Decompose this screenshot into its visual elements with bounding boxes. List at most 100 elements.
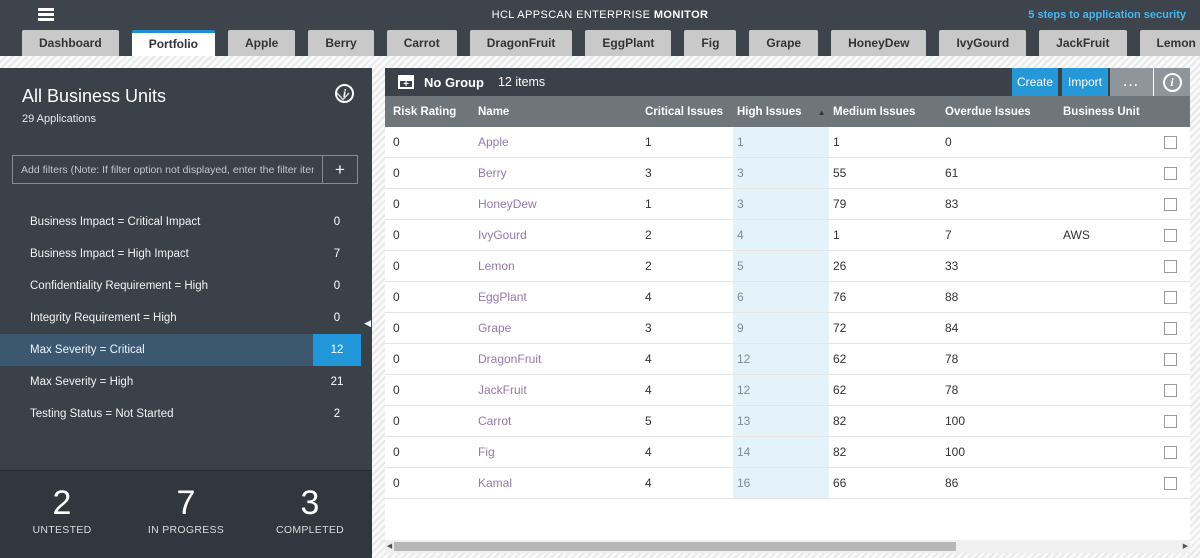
cell-overdue: 61: [945, 158, 1063, 188]
col-critical-issues[interactable]: Critical Issues: [645, 106, 733, 118]
col-name[interactable]: Name: [478, 106, 645, 118]
tab-grape[interactable]: Grape: [749, 30, 818, 56]
table-row-dragonfruit: 0 DragonFruit 4 12 62 78: [385, 344, 1190, 375]
cell-medium: 72: [829, 313, 945, 343]
create-button[interactable]: Create: [1012, 68, 1058, 96]
table-row-honeydew: 0 HoneyDew 1 3 79 83: [385, 189, 1190, 220]
import-button[interactable]: Import: [1062, 68, 1108, 96]
app-name-link[interactable]: Kamal: [478, 468, 645, 498]
tab-jackfruit[interactable]: JackFruit: [1039, 30, 1126, 56]
cell-risk: 0: [385, 127, 478, 157]
col-overdue-issues[interactable]: Overdue Issues: [945, 106, 1063, 118]
add-filter-button[interactable]: +: [322, 156, 357, 183]
app-name-link[interactable]: Grape: [478, 313, 645, 343]
tab-apple[interactable]: Apple: [228, 30, 295, 56]
cell-high: 1: [733, 127, 829, 157]
tab-ivygourd[interactable]: IvyGourd: [939, 30, 1026, 56]
tab-berry[interactable]: Berry: [308, 30, 373, 56]
group-icon[interactable]: [398, 75, 414, 89]
scrollbar-thumb[interactable]: [394, 542, 956, 551]
cell-critical: 4: [645, 375, 733, 405]
group-label: No Group: [424, 75, 484, 90]
tab-honeydew[interactable]: HoneyDew: [831, 30, 926, 56]
row-checkbox[interactable]: [1164, 322, 1177, 335]
cell-business-unit: [1063, 189, 1160, 219]
filter-item-max-severity-high[interactable]: Max Severity = High 21: [0, 366, 361, 398]
cell-critical: 1: [645, 189, 733, 219]
filter-count: 21: [313, 366, 361, 398]
tab-portfolio[interactable]: Portfolio: [132, 30, 215, 56]
filter-item-confidentiality-high[interactable]: Confidentiality Requirement = High 0: [0, 270, 361, 302]
row-checkbox[interactable]: [1164, 291, 1177, 304]
row-checkbox[interactable]: [1164, 198, 1177, 211]
app-name-link[interactable]: HoneyDew: [478, 189, 645, 219]
row-checkbox[interactable]: [1164, 167, 1177, 180]
scroll-left-icon[interactable]: ◀: [385, 540, 394, 553]
cell-business-unit: [1063, 158, 1160, 188]
cell-medium: 66: [829, 468, 945, 498]
sidebar-info-icon[interactable]: i: [335, 84, 354, 103]
table-info-icon[interactable]: i: [1153, 68, 1190, 96]
cell-medium: 82: [829, 437, 945, 467]
app-name-link[interactable]: DragonFruit: [478, 344, 645, 374]
col-risk-rating[interactable]: Risk Rating: [385, 106, 478, 118]
row-checkbox[interactable]: [1164, 384, 1177, 397]
cell-overdue: 84: [945, 313, 1063, 343]
tab-carrot[interactable]: Carrot: [387, 30, 457, 56]
row-checkbox[interactable]: [1164, 229, 1177, 242]
cell-high: 14: [733, 437, 829, 467]
horizontal-scrollbar[interactable]: ◀ ▶: [385, 540, 1190, 553]
cell-overdue: 7: [945, 220, 1063, 250]
filter-count: 7: [313, 238, 361, 270]
cell-overdue: 33: [945, 251, 1063, 281]
filter-label: Integrity Requirement = High: [30, 312, 177, 324]
table-row-apple: 0 Apple 1 1 1 0: [385, 127, 1190, 158]
col-business-unit[interactable]: Business Unit: [1063, 106, 1160, 118]
tab-eggplant[interactable]: EggPlant: [585, 30, 671, 56]
filter-item-max-severity-critical[interactable]: Max Severity = Critical 12: [0, 334, 361, 366]
app-name-link[interactable]: EggPlant: [478, 282, 645, 312]
cell-overdue: 78: [945, 375, 1063, 405]
app-name-link[interactable]: Lemon: [478, 251, 645, 281]
more-actions-button[interactable]: ...: [1110, 68, 1153, 96]
filter-item-business-impact-critical[interactable]: Business Impact = Critical Impact 0: [0, 206, 361, 238]
app-name-link[interactable]: IvyGourd: [478, 220, 645, 250]
table-row-eggplant: 0 EggPlant 4 6 76 88: [385, 282, 1190, 313]
steps-to-security-link[interactable]: 5 steps to application security: [1028, 9, 1186, 21]
row-checkbox[interactable]: [1164, 477, 1177, 490]
row-checkbox[interactable]: [1164, 415, 1177, 428]
filter-item-business-impact-high[interactable]: Business Impact = High Impact 7: [0, 238, 361, 270]
sidebar-collapse-icon[interactable]: ◀: [364, 318, 371, 329]
app-name-link[interactable]: Berry: [478, 158, 645, 188]
scroll-right-icon[interactable]: ▶: [1181, 540, 1190, 553]
stat-untested-value: 2: [0, 485, 124, 521]
filter-item-integrity-high[interactable]: Integrity Requirement = High 0: [0, 302, 361, 334]
row-checkbox[interactable]: [1164, 353, 1177, 366]
business-units-title[interactable]: All Business Units: [22, 86, 166, 107]
cell-business-unit: [1063, 437, 1160, 467]
row-checkbox[interactable]: [1164, 446, 1177, 459]
filter-list: Business Impact = Critical Impact 0 Busi…: [0, 206, 361, 430]
app-name-link[interactable]: JackFruit: [478, 375, 645, 405]
table-body: 0 Apple 1 1 1 0 0 Berry 3 3 55 61 0 Hone…: [385, 127, 1190, 499]
cell-critical: 1: [645, 127, 733, 157]
cell-high: 3: [733, 189, 829, 219]
filter-item-testing-not-started[interactable]: Testing Status = Not Started 2: [0, 398, 361, 430]
col-medium-issues[interactable]: Medium Issues: [829, 106, 945, 118]
app-name-link[interactable]: Carrot: [478, 406, 645, 436]
cell-critical: 4: [645, 468, 733, 498]
row-checkbox[interactable]: [1164, 260, 1177, 273]
filter-label: Business Impact = Critical Impact: [30, 216, 200, 228]
filter-label: Confidentiality Requirement = High: [30, 280, 208, 292]
row-checkbox[interactable]: [1164, 136, 1177, 149]
tab-dashboard[interactable]: Dashboard: [22, 30, 119, 56]
filter-label: Max Severity = High: [30, 376, 133, 388]
tab-lemon[interactable]: Lemon: [1140, 30, 1200, 56]
app-name-link[interactable]: Apple: [478, 127, 645, 157]
col-high-issues[interactable]: High Issues▲: [733, 106, 829, 118]
app-name-link[interactable]: Fig: [478, 437, 645, 467]
tab-fig[interactable]: Fig: [684, 30, 736, 56]
cell-overdue: 0: [945, 127, 1063, 157]
add-filters-input[interactable]: [13, 156, 322, 183]
tab-dragonfruit[interactable]: DragonFruit: [470, 30, 573, 56]
